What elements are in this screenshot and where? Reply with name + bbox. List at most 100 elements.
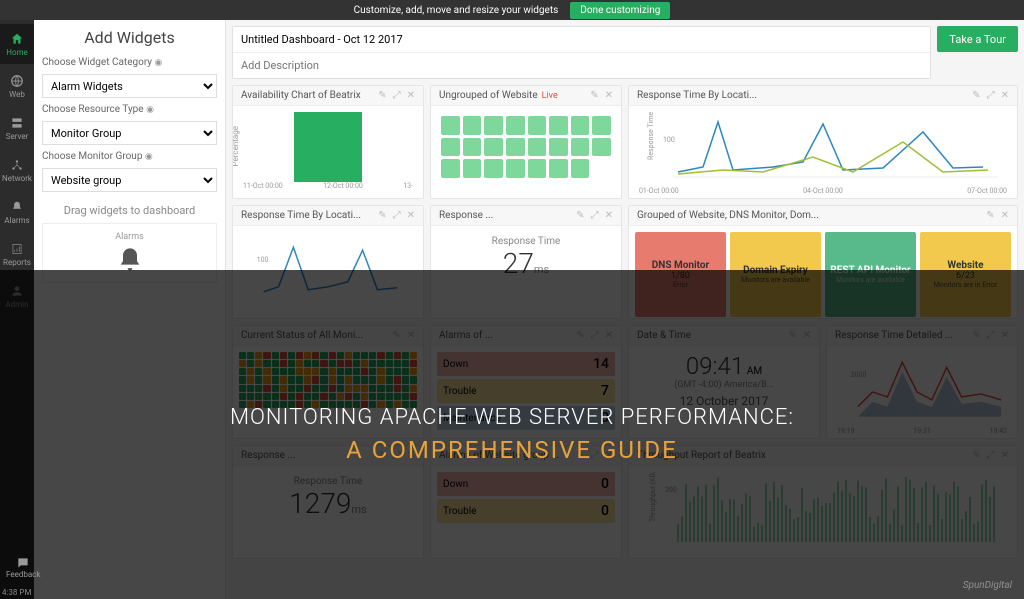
edit-icon[interactable]: ✎	[972, 90, 980, 101]
nav-admin[interactable]: Admin	[0, 276, 34, 316]
widget-grouped-monitors[interactable]: Grouped of Website, DNS Monitor, Dom...✎…	[628, 205, 1018, 319]
draggable-alarm-widget[interactable]: Alarms	[42, 223, 217, 283]
close-icon[interactable]: ✕	[605, 90, 613, 101]
page-timestamp: 4:38 PM	[2, 588, 31, 597]
widget-response-big[interactable]: Response ...✎⤢✕ Response Time 27ms	[430, 205, 622, 319]
edit-icon[interactable]: ✎	[972, 330, 980, 341]
expand-icon[interactable]: ⤢	[393, 90, 401, 101]
close-icon[interactable]: ✕	[605, 210, 613, 221]
customize-topbar: Customize, add, move and resize your wid…	[0, 0, 1024, 20]
expand-icon[interactable]: ⤢	[987, 450, 995, 461]
close-icon[interactable]: ✕	[407, 90, 415, 101]
widget-response-big-2[interactable]: Response ...✎⤢✕ Response Time 1279ms	[232, 445, 424, 559]
status-grid	[437, 112, 615, 182]
nav-home[interactable]: Home	[0, 24, 34, 64]
dashboard-title-input[interactable]	[233, 27, 930, 53]
edit-icon[interactable]: ✎	[576, 450, 584, 461]
expand-icon[interactable]: ⤢	[591, 330, 599, 341]
close-icon[interactable]: ✕	[407, 330, 415, 341]
widget-alarms-2[interactable]: Alarms of Website group ...✎⤢✕ Down0 Tro…	[430, 445, 622, 559]
widget-response-time-location-2[interactable]: Response Time By Locati...✎⤢✕ 100	[232, 205, 424, 319]
nav-server[interactable]: Server	[0, 108, 34, 148]
expand-icon[interactable]: ⤢	[987, 90, 995, 101]
monitor-tile[interactable]: Website6/23Monitors are in Error	[920, 232, 1011, 317]
edit-icon[interactable]: ✎	[590, 90, 598, 101]
line-chart: 100	[239, 232, 417, 307]
help-icon[interactable]: ◉	[146, 105, 154, 115]
feedback-button[interactable]: Feedback	[6, 556, 40, 579]
edit-icon[interactable]: ✎	[392, 330, 400, 341]
response-time-value: 27	[503, 247, 534, 280]
edit-icon[interactable]: ✎	[788, 330, 796, 341]
monitor-tile[interactable]: DNS Monitor1/80Error	[635, 232, 726, 317]
reports-icon	[10, 242, 24, 256]
close-icon[interactable]: ✕	[605, 450, 613, 461]
svg-text:200: 200	[665, 486, 677, 494]
area-chart: 2000	[833, 352, 1011, 427]
expand-icon[interactable]: ⤢	[591, 450, 599, 461]
alarm-row[interactable]: Trouble7	[437, 379, 615, 403]
dashboard-content: Take a Tour Availability Chart of Beatri…	[226, 20, 1024, 599]
close-icon[interactable]: ✕	[1001, 210, 1009, 221]
close-icon[interactable]: ✕	[407, 210, 415, 221]
close-icon[interactable]: ✕	[803, 330, 811, 341]
done-customizing-button[interactable]: Done customizing	[570, 2, 670, 19]
edit-icon[interactable]: ✎	[576, 210, 584, 221]
network-icon	[10, 158, 24, 172]
widget-availability[interactable]: Availability Chart of Beatrix✎⤢✕ Percent…	[232, 85, 424, 199]
widget-current-status[interactable]: Current Status of All Moni...✎✕	[232, 325, 424, 439]
add-widgets-panel: Add Widgets Choose Widget Category ◉ Ala…	[34, 20, 226, 599]
edit-icon[interactable]: ✎	[378, 210, 386, 221]
svg-text:Throughput (KB/Sec): Throughput (KB/Sec)	[649, 472, 657, 522]
svg-text:Response Time (ms): Response Time (ms)	[647, 112, 655, 160]
widget-ungrouped[interactable]: Ungrouped of WebsiteLive✎✕	[430, 85, 622, 199]
close-icon[interactable]: ✕	[605, 330, 613, 341]
widget-grid: Availability Chart of Beatrix✎⤢✕ Percent…	[232, 85, 1018, 559]
user-icon	[10, 284, 24, 298]
alarm-row[interactable]: Down0	[437, 472, 615, 496]
widget-throughput[interactable]: Throughput Report of Beatrix✎⤢✕ Throughp…	[628, 445, 1018, 559]
widget-alarms-1[interactable]: Alarms of ...✎⤢✕ Down14 Trouble7 Mainten…	[430, 325, 622, 439]
close-icon[interactable]: ✕	[1001, 90, 1009, 101]
left-nav-sidebar: Home Web Server Network Alarms Reports A…	[0, 20, 34, 599]
widget-response-detailed[interactable]: Response Time Detailed ...✎⤢✕ 2000 19:19…	[826, 325, 1018, 439]
expand-icon[interactable]: ⤢	[393, 210, 401, 221]
nav-reports[interactable]: Reports	[0, 234, 34, 274]
close-icon[interactable]: ✕	[407, 450, 415, 461]
help-icon[interactable]: ◉	[145, 152, 153, 162]
expand-icon[interactable]: ⤢	[393, 450, 401, 461]
take-tour-button[interactable]: Take a Tour	[937, 26, 1018, 52]
widget-response-time-location-1[interactable]: Response Time By Locati...✎⤢✕ Response T…	[628, 85, 1018, 199]
widget-datetime[interactable]: Date & Time✎✕ 09:41 AM (GMT -4:00) Ameri…	[628, 325, 820, 439]
panel-title: Add Widgets	[42, 28, 217, 47]
nav-alarms[interactable]: Alarms	[0, 192, 34, 232]
svg-text:100: 100	[663, 136, 675, 144]
drag-hint: Drag widgets to dashboard	[42, 204, 217, 217]
expand-icon[interactable]: ⤢	[987, 330, 995, 341]
globe-icon	[10, 74, 24, 88]
nav-network[interactable]: Network	[0, 150, 34, 190]
edit-icon[interactable]: ✎	[378, 450, 386, 461]
chat-icon	[16, 556, 30, 570]
edit-icon[interactable]: ✎	[576, 330, 584, 341]
close-icon[interactable]: ✕	[1001, 330, 1009, 341]
alarm-row[interactable]: Maintenance0	[437, 406, 615, 430]
monitor-tile[interactable]: Domain ExpiryMonitors are available	[730, 232, 821, 317]
svg-text:2000: 2000	[851, 371, 867, 379]
edit-icon[interactable]: ✎	[378, 90, 386, 101]
response-time-value: 1279	[289, 487, 351, 520]
resource-type-select[interactable]: Monitor Group	[42, 121, 217, 145]
expand-icon[interactable]: ⤢	[591, 210, 599, 221]
dashboard-description-input[interactable]	[233, 53, 930, 78]
nav-web[interactable]: Web	[0, 66, 34, 106]
availability-bar	[294, 112, 362, 182]
alarm-row[interactable]: Down14	[437, 352, 615, 376]
close-icon[interactable]: ✕	[1001, 450, 1009, 461]
edit-icon[interactable]: ✎	[986, 210, 994, 221]
monitor-tile[interactable]: REST API MonitorMonitors are available	[825, 232, 916, 317]
edit-icon[interactable]: ✎	[972, 450, 980, 461]
monitor-group-select[interactable]: Website group	[42, 168, 217, 192]
alarm-row[interactable]: Trouble0	[437, 499, 615, 523]
widget-category-select[interactable]: Alarm Widgets	[42, 74, 217, 98]
help-icon[interactable]: ◉	[155, 58, 163, 68]
